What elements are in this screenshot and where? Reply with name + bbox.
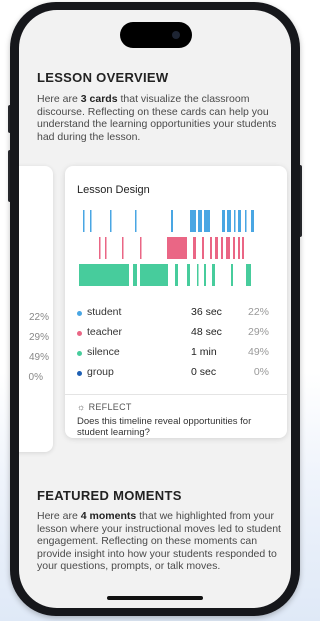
student-dot-icon: [77, 311, 82, 316]
camera-icon: [172, 31, 180, 39]
phone-screen: LESSON OVERVIEW Here are 3 cards that vi…: [19, 10, 291, 608]
divider: [65, 394, 287, 395]
talk-timeline-chart: [79, 210, 254, 286]
timeline-segment: [222, 210, 225, 232]
legend-percent: 22%: [247, 306, 269, 318]
group-dot-icon: [77, 371, 82, 376]
timeline-segment: [90, 210, 92, 232]
timeline-segment: [193, 237, 196, 259]
timeline-segment: [226, 237, 230, 259]
timeline-segment: [122, 237, 124, 259]
featured-moments-title: FEATURED MOMENTS: [37, 488, 182, 503]
timeline-segment: [167, 237, 187, 259]
home-indicator[interactable]: [107, 596, 203, 600]
silence-dot-icon: [77, 351, 82, 356]
timeline-segment: [251, 210, 254, 232]
timeline-segment: [238, 237, 240, 259]
dynamic-island: [120, 22, 192, 48]
legend-value: 0 sec: [191, 366, 217, 378]
legend-value: 36 sec: [191, 306, 222, 318]
teacher-dot-icon: [77, 331, 82, 336]
legend-value: 48 sec: [191, 326, 222, 338]
timeline-segment: [133, 264, 137, 286]
timeline-segment: [233, 237, 235, 259]
legend-row-group: group 0 sec 0%: [77, 366, 277, 386]
lesson-design-card[interactable]: Lesson Design student 36 sec 22% teacher…: [65, 166, 287, 438]
timeline-segment: [210, 237, 212, 259]
timeline-segment: [221, 237, 223, 259]
timeline-segment: [234, 210, 236, 232]
previous-card-percent: 29%: [28, 332, 49, 343]
legend-label: silence: [87, 346, 120, 358]
timeline-segment: [140, 264, 168, 286]
lightbulb-icon: ☼: [77, 402, 86, 412]
card-title: Lesson Design: [77, 184, 150, 196]
previous-card-percent: 0%: [28, 372, 43, 383]
timeline-segment: [245, 210, 247, 232]
timeline-segment: [198, 210, 202, 232]
timeline-segment: [246, 264, 251, 286]
timeline-segment: [99, 237, 101, 259]
timeline-segment: [212, 264, 215, 286]
legend-row-teacher: teacher 48 sec 29%: [77, 326, 277, 346]
lesson-overview-title: LESSON OVERVIEW: [37, 70, 169, 85]
timeline-segment: [202, 237, 204, 259]
legend-label: group: [87, 366, 114, 378]
timeline-segment: [171, 210, 173, 232]
timeline-segment: [79, 264, 129, 286]
legend-value: 1 min: [191, 346, 217, 358]
timeline-segment: [204, 210, 210, 232]
timeline-segment: [175, 264, 178, 286]
timeline-segment: [187, 264, 190, 286]
timeline-segment: [140, 237, 142, 259]
legend-percent: 49%: [247, 346, 269, 358]
legend-percent: 29%: [247, 326, 269, 338]
legend-label: teacher: [87, 326, 123, 338]
student-timeline-row: [83, 210, 254, 232]
timeline-segment: [197, 264, 199, 286]
timeline-segment: [105, 237, 107, 259]
timeline-segment: [227, 210, 231, 232]
previous-card-percent: 49%: [28, 352, 49, 363]
legend: student 36 sec 22% teacher 48 sec 29% si…: [77, 306, 277, 386]
previous-card-percent: 22%: [28, 312, 49, 323]
silence-timeline-row: [79, 264, 251, 286]
timeline-segment: [238, 210, 241, 232]
lesson-overview-description: Here are 3 cards that visualize the clas…: [37, 93, 277, 143]
timeline-segment: [215, 237, 218, 259]
timeline-segment: [190, 210, 196, 232]
timeline-segment: [135, 210, 137, 232]
teacher-timeline-row: [99, 237, 244, 259]
timeline-segment: [204, 264, 206, 286]
legend-percent: 0%: [253, 366, 269, 378]
timeline-segment: [231, 264, 233, 286]
reflect-question: Does this timeline reveal opportunities …: [77, 416, 252, 438]
legend-row-student: student 36 sec 22%: [77, 306, 277, 326]
timeline-segment: [110, 210, 112, 232]
legend-label: student: [87, 306, 122, 318]
featured-moments-description: Here are 4 moments that we highlighted f…: [37, 510, 281, 572]
legend-row-silence: silence 1 min 49%: [77, 346, 277, 366]
reflect-header: ☼ REFLECT: [77, 402, 132, 412]
timeline-segment: [83, 210, 85, 232]
timeline-segment: [242, 237, 244, 259]
previous-card[interactable]: 22% 29% 49% 0%: [19, 166, 53, 452]
reflect-label: REFLECT: [88, 402, 132, 412]
